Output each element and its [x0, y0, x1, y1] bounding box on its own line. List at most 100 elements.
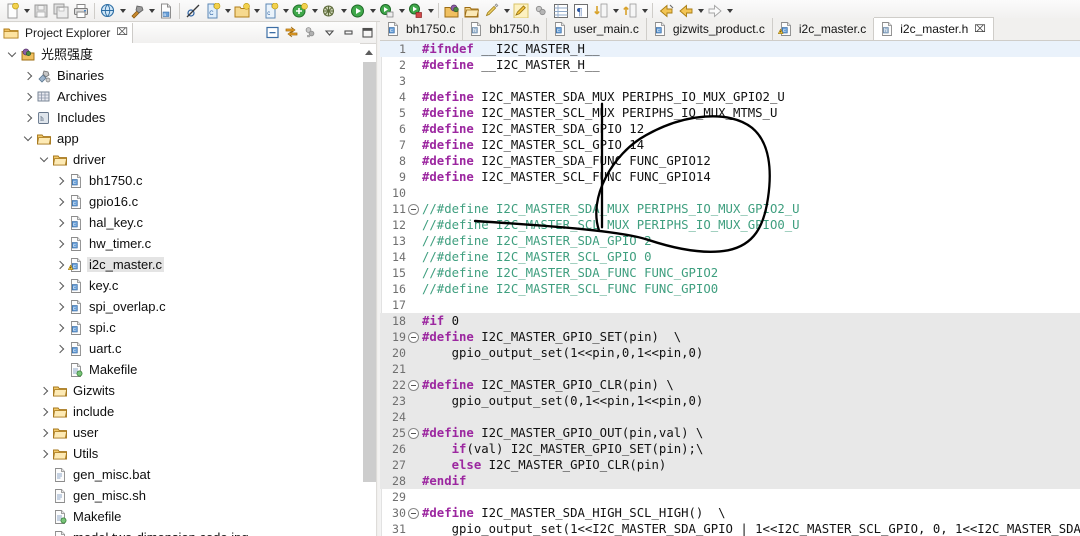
- chevron-down-icon[interactable]: [36, 152, 52, 168]
- chevron-down-icon[interactable]: [223, 3, 232, 19]
- chevron-right-icon[interactable]: [36, 383, 52, 399]
- chevron-right-icon[interactable]: [52, 278, 68, 294]
- tab-project-explorer[interactable]: Project Explorer ⌧: [0, 22, 133, 43]
- code-line[interactable]: 13 //#define I2C_MASTER_SDA_GPIO 2: [380, 233, 1080, 249]
- code-line[interactable]: 7 #define I2C_MASTER_SCL_GPIO 14: [380, 137, 1080, 153]
- project-explorer-scrollbar[interactable]: [361, 44, 377, 536]
- tree-item-model-two-dimension-code-jpg[interactable]: model two-dimension code.jpg: [0, 527, 360, 536]
- chevron-down-icon[interactable]: [426, 3, 435, 19]
- chevron-right-icon[interactable]: [36, 425, 52, 441]
- tree-item-gizwits[interactable]: Gizwits: [0, 380, 360, 401]
- chevron-right-icon[interactable]: [36, 404, 52, 420]
- chevron-down-icon[interactable]: [20, 131, 36, 147]
- code-line[interactable]: 10: [380, 185, 1080, 201]
- editor-tab-user-main-c[interactable]: c user_main.c: [547, 18, 647, 40]
- editor-tab-i2c-master-h[interactable]: h i2c_master.h ⌧: [874, 17, 994, 40]
- maximize-view-icon[interactable]: [359, 24, 376, 41]
- scroll-up-icon[interactable]: [361, 44, 377, 60]
- chevron-right-icon[interactable]: [52, 299, 68, 315]
- chevron-down-icon[interactable]: [310, 3, 319, 19]
- chevron-right-icon[interactable]: [52, 194, 68, 210]
- tree-item-hw-timer-c[interactable]: c hw_timer.c: [0, 233, 360, 254]
- new-class-icon[interactable]: c: [261, 1, 281, 21]
- code-line[interactable]: 27 else I2C_MASTER_GPIO_CLR(pin): [380, 457, 1080, 473]
- chevron-right-icon[interactable]: [36, 446, 52, 462]
- code-line[interactable]: 4 #define I2C_MASTER_SDA_MUX PERIPHS_IO_M…: [380, 89, 1080, 105]
- tree-item-bh1750-c[interactable]: c bh1750.c: [0, 170, 360, 191]
- build-all-icon[interactable]: [98, 1, 118, 21]
- chevron-down-icon[interactable]: [397, 3, 406, 19]
- chevron-down-icon[interactable]: [252, 3, 261, 19]
- tree-item-makefile[interactable]: Makefile: [0, 506, 360, 527]
- tree-item-utils[interactable]: Utils: [0, 443, 360, 464]
- editor-tab-bh1750-h[interactable]: h bh1750.h: [463, 18, 548, 40]
- tree-item-include[interactable]: include: [0, 401, 360, 422]
- tree-item-gpio16-c[interactable]: c gpio16.c: [0, 191, 360, 212]
- chevron-down-icon[interactable]: [4, 47, 20, 63]
- minimize-view-icon[interactable]: [340, 24, 357, 41]
- chevron-right-icon[interactable]: [52, 320, 68, 336]
- code-line[interactable]: 5 #define I2C_MASTER_SCL_MUX PERIPHS_IO_M…: [380, 105, 1080, 121]
- code-line[interactable]: 6 #define I2C_MASTER_SDA_GPIO 12: [380, 121, 1080, 137]
- code-line[interactable]: 29: [380, 489, 1080, 505]
- tree-item-makefile[interactable]: Makefile: [0, 359, 360, 380]
- code-line[interactable]: 21: [380, 361, 1080, 377]
- view-filter-icon[interactable]: [302, 24, 319, 41]
- code-line[interactable]: 1 #ifndef __I2C_MASTER_H__: [380, 41, 1080, 57]
- chevron-down-icon[interactable]: [281, 3, 290, 19]
- chevron-right-icon[interactable]: [52, 236, 68, 252]
- project-tree[interactable]: 光照强度 Binaries Archives h Includes app driver c b…: [0, 43, 360, 536]
- chevron-down-icon[interactable]: [339, 3, 348, 19]
- tree-item-driver[interactable]: driver: [0, 149, 360, 170]
- code-line[interactable]: 31 gpio_output_set(1<<I2C_MASTER_SDA_GPI…: [380, 521, 1080, 536]
- fold-collapse-icon[interactable]: [407, 508, 420, 519]
- editor-tab-gizwits-product-c[interactable]: c gizwits_product.c: [646, 18, 773, 40]
- chevron-down-icon[interactable]: [611, 3, 620, 19]
- chevron-down-icon[interactable]: [368, 3, 377, 19]
- chevron-down-icon[interactable]: [502, 3, 511, 19]
- panel-divider[interactable]: [376, 22, 378, 536]
- code-line[interactable]: 15 //#define I2C_MASTER_SDA_FUNC FUNC_GPI…: [380, 265, 1080, 281]
- code-line[interactable]: 17: [380, 297, 1080, 313]
- code-line[interactable]: 18 #if 0: [380, 313, 1080, 329]
- tree-item-app[interactable]: app: [0, 128, 360, 149]
- print-icon[interactable]: [71, 1, 91, 21]
- collapse-all-icon[interactable]: [264, 24, 281, 41]
- tree-item-i2c-master-c[interactable]: c i2c_master.c: [0, 254, 360, 275]
- new-c-project-icon[interactable]: C: [203, 1, 223, 21]
- code-line[interactable]: 2 #define __I2C_MASTER_H__: [380, 57, 1080, 73]
- chevron-down-icon[interactable]: [696, 3, 705, 19]
- fold-collapse-icon[interactable]: [407, 332, 420, 343]
- close-icon[interactable]: ⌧: [116, 27, 128, 38]
- tree-item-uart-c[interactable]: c uart.c: [0, 338, 360, 359]
- editor-tab-bh1750-c[interactable]: c bh1750.c: [380, 18, 464, 40]
- run-external-icon[interactable]: [290, 1, 310, 21]
- tree-item-key-c[interactable]: c key.c: [0, 275, 360, 296]
- code-editor[interactable]: 1 #ifndef __I2C_MASTER_H__ 2 #define __I2C_…: [380, 41, 1080, 536]
- tree-item-spi-overlap-c[interactable]: c spi_overlap.c: [0, 296, 360, 317]
- tree-item-archives[interactable]: Archives: [0, 86, 360, 107]
- chevron-down-icon[interactable]: [147, 3, 156, 19]
- fold-collapse-icon[interactable]: [407, 380, 420, 391]
- tree-item-[interactable]: 光照强度: [0, 44, 360, 65]
- chevron-right-icon[interactable]: [20, 68, 36, 84]
- debug-config-icon[interactable]: [319, 1, 339, 21]
- tree-item-includes[interactable]: h Includes: [0, 107, 360, 128]
- tree-item-gen-misc-bat[interactable]: gen_misc.bat: [0, 464, 360, 485]
- chevron-right-icon[interactable]: [52, 173, 68, 189]
- code-line[interactable]: 28 #endif: [380, 473, 1080, 489]
- tree-item-spi-c[interactable]: c spi.c: [0, 317, 360, 338]
- chevron-down-icon[interactable]: [118, 3, 127, 19]
- chevron-right-icon[interactable]: [52, 341, 68, 357]
- code-line[interactable]: 23 gpio_output_set(0,1<<pin,1<<pin,0): [380, 393, 1080, 409]
- skip-breakpoints-icon[interactable]: [183, 1, 203, 21]
- code-line[interactable]: 9 #define I2C_MASTER_SCL_FUNC FUNC_GPIO14: [380, 169, 1080, 185]
- tree-item-hal-key-c[interactable]: c hal_key.c: [0, 212, 360, 233]
- tree-item-user[interactable]: user: [0, 422, 360, 443]
- code-line[interactable]: 16 //#define I2C_MASTER_SCL_FUNC FUNC_GPI…: [380, 281, 1080, 297]
- tree-item-gen-misc-sh[interactable]: gen_misc.sh: [0, 485, 360, 506]
- code-line[interactable]: 25 #define I2C_MASTER_GPIO_OUT(pin,val) \: [380, 425, 1080, 441]
- chevron-down-icon[interactable]: [22, 3, 31, 19]
- code-line[interactable]: 30 #define I2C_MASTER_SDA_HIGH_SCL_HIGH()…: [380, 505, 1080, 521]
- fold-collapse-icon[interactable]: [407, 204, 420, 215]
